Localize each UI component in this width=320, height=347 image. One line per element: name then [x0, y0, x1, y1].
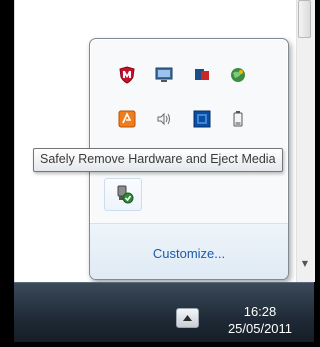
clock-time[interactable]: 16:28: [210, 304, 310, 319]
screen-bottom-edge: [0, 342, 314, 347]
speaker-volume-icon[interactable]: [155, 110, 173, 128]
battery-icon[interactable]: [229, 110, 247, 128]
triangle-up-icon: [183, 315, 192, 321]
vertical-scrollbar[interactable]: [296, 0, 315, 282]
mcafee-shield-icon[interactable]: [118, 66, 136, 84]
safely-remove-hardware-icon[interactable]: [114, 184, 134, 204]
show-hidden-icons-button[interactable]: [176, 308, 199, 328]
monitor-icon[interactable]: [155, 66, 173, 84]
clock-date[interactable]: 25/05/2011: [210, 321, 310, 336]
customize-link[interactable]: Customize...: [90, 246, 288, 261]
orange-app-icon[interactable]: [118, 110, 136, 128]
network-security-icon[interactable]: [193, 66, 211, 84]
globe-update-icon[interactable]: [229, 66, 247, 84]
tooltip: Safely Remove Hardware and Eject Media: [33, 148, 283, 172]
scroll-down-arrow-icon[interactable]: ▼: [298, 258, 312, 270]
intel-graphics-icon[interactable]: [193, 110, 211, 128]
scrollbar-thumb[interactable]: [298, 0, 311, 38]
